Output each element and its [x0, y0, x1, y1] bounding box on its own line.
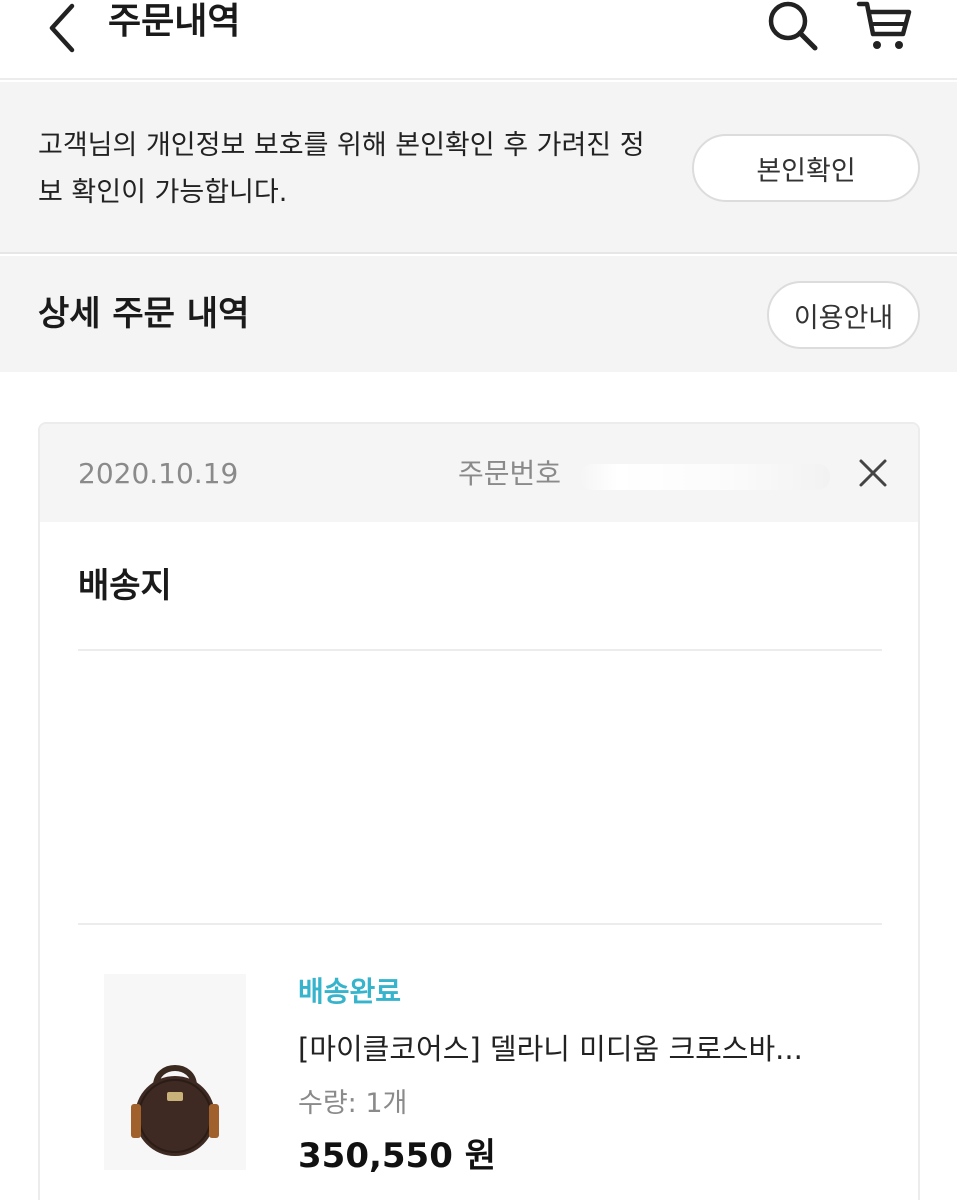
order-card-header: 2020.10.19 주문번호 — [40, 424, 918, 522]
order-card: 2020.10.19 주문번호 배송지 배송완료 [마이클코어스] 델라니 미디… — [38, 422, 920, 1200]
cart-icon — [856, 1, 912, 49]
back-button[interactable] — [34, 0, 90, 56]
search-button[interactable] — [760, 0, 826, 56]
divider — [78, 923, 882, 925]
usage-guide-button[interactable]: 이용안내 — [767, 281, 920, 349]
order-number-label: 주문번호 — [458, 457, 562, 490]
product-image[interactable] — [104, 974, 246, 1170]
order-date: 2020.10.19 — [78, 457, 239, 490]
product-quantity: 수량: 1개 — [298, 1088, 408, 1119]
shipping-address-title: 배송지 — [78, 566, 172, 606]
order-detail-header: 상세 주문 내역 이용안내 — [0, 256, 957, 372]
section-title: 상세 주문 내역 — [38, 294, 250, 334]
close-icon — [859, 459, 887, 487]
product-price: 350,550 원 — [298, 1136, 496, 1176]
page-title: 주문내역 — [108, 1, 241, 42]
privacy-notice-panel: 고객님의 개인정보 보호를 위해 본인확인 후 가려진 정보 확인이 가능합니다… — [0, 82, 957, 254]
product-name[interactable]: [마이클코어스] 델라니 미디움 크로스바... — [298, 1028, 803, 1070]
top-app-bar: 주문내역 — [0, 0, 957, 80]
search-icon — [768, 1, 818, 51]
cart-button[interactable] — [852, 0, 918, 56]
chevron-left-icon — [49, 3, 75, 53]
handbag-image — [131, 1065, 219, 1156]
identity-verify-button[interactable]: 본인확인 — [692, 134, 920, 202]
order-number-redacted — [580, 464, 830, 490]
divider — [78, 649, 882, 651]
privacy-notice-text: 고객님의 개인정보 보호를 위해 본인확인 후 가려진 정보 확인이 가능합니다… — [38, 130, 645, 208]
delivery-status: 배송완료 — [298, 975, 402, 1008]
close-button[interactable] — [852, 452, 894, 494]
